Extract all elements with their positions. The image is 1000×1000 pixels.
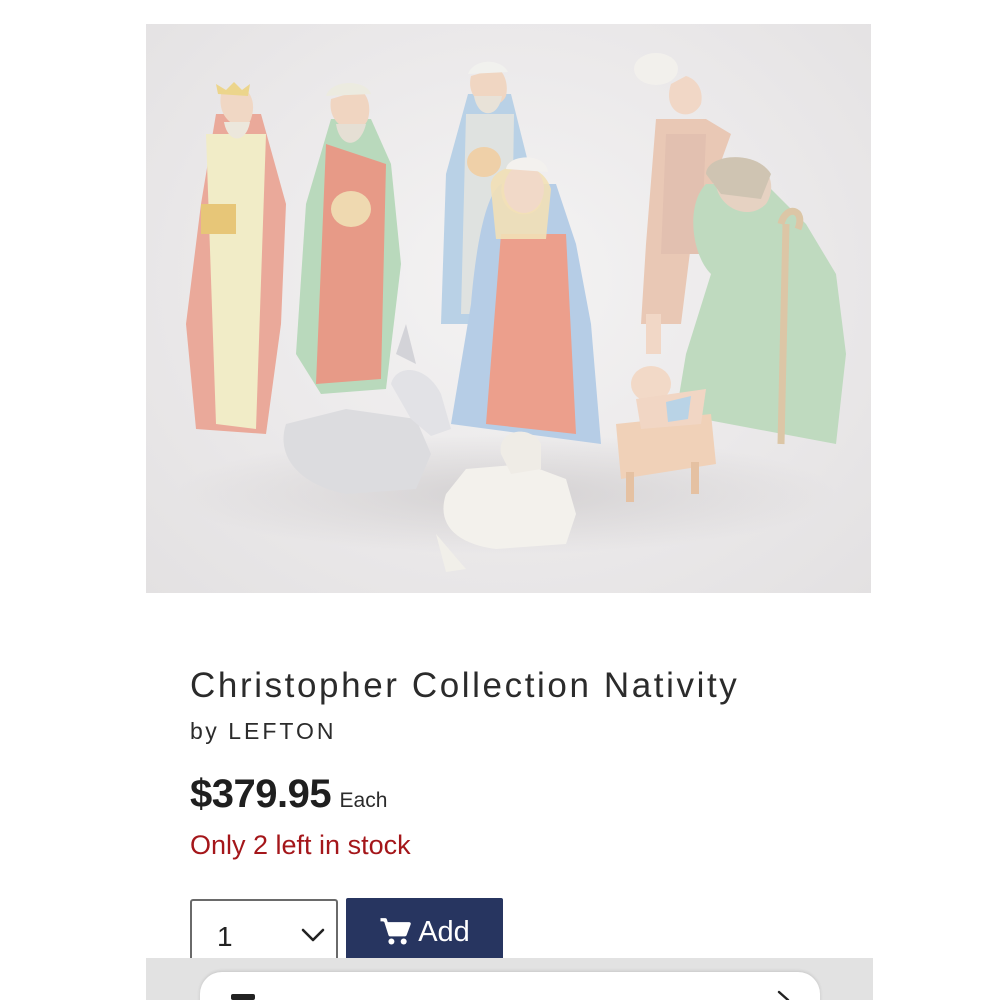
stock-status: Only 2 left in stock xyxy=(190,830,411,860)
price: $379.95 xyxy=(190,772,332,816)
chevron-right-icon[interactable] xyxy=(776,990,792,1000)
brand-link[interactable]: LEFTON xyxy=(228,718,336,744)
product-title: Christopher Collection Nativity xyxy=(190,666,740,705)
king-figurine-left xyxy=(186,82,286,434)
quantity-value: 1 xyxy=(217,921,233,952)
add-button-label: Add xyxy=(418,915,470,948)
price-unit: Each xyxy=(339,789,388,812)
sheet-handle-icon xyxy=(231,994,255,1000)
chevron-down-icon xyxy=(301,928,325,942)
bottom-sheet-card[interactable] xyxy=(200,972,820,1000)
cart-icon xyxy=(380,918,411,945)
product-byline: by LEFTON xyxy=(190,718,337,745)
by-label: by xyxy=(190,718,220,744)
price-row: $379.95 Each xyxy=(190,772,387,817)
king-figurine-center xyxy=(296,82,401,394)
product-image[interactable] xyxy=(146,24,871,593)
